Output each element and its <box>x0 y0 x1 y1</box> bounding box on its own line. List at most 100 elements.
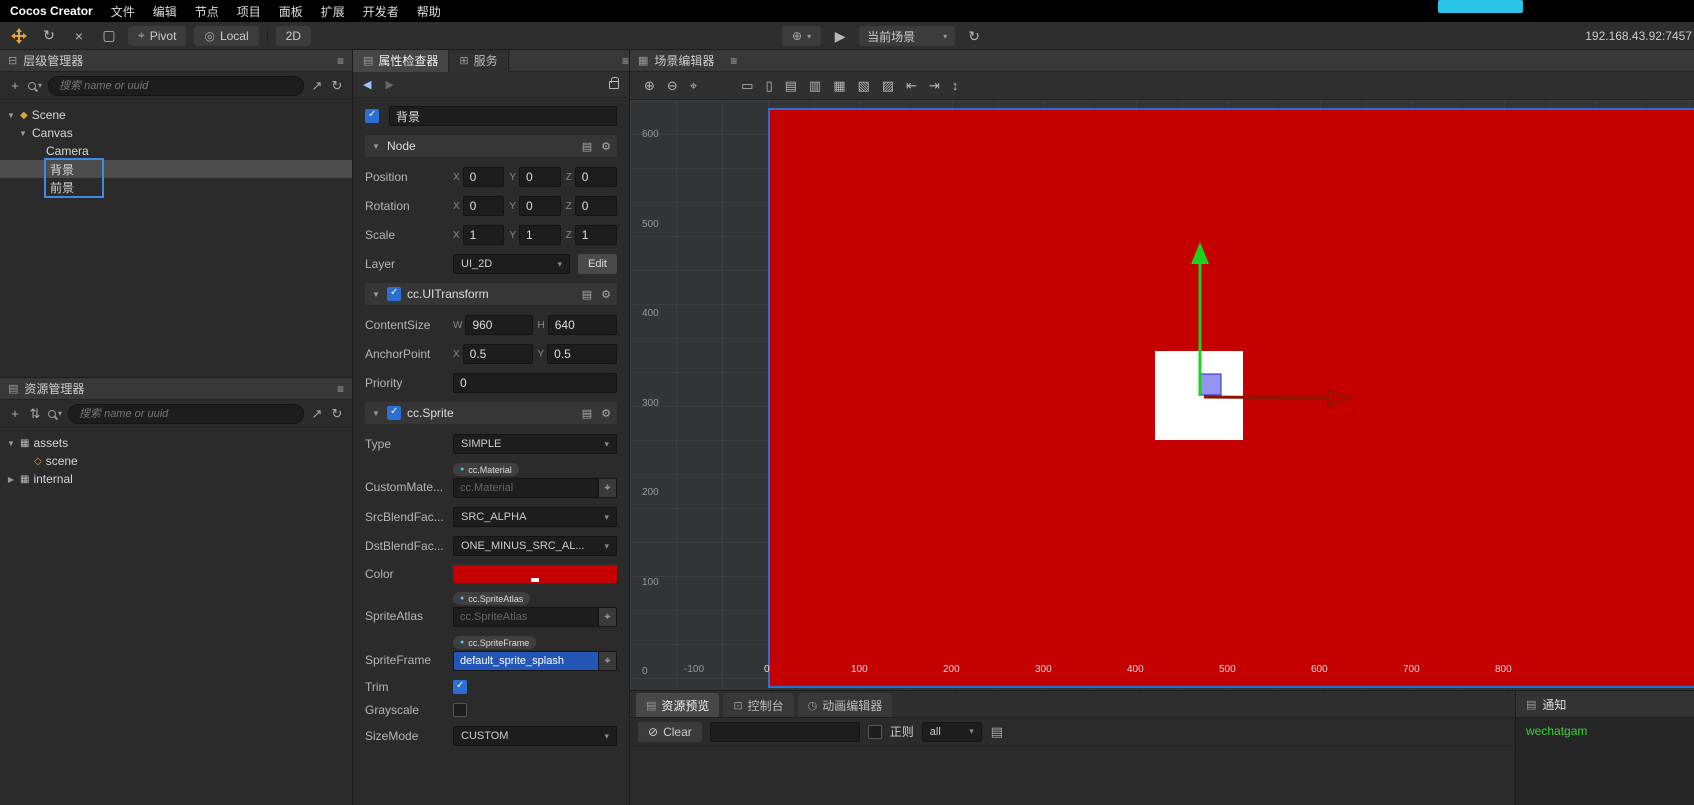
material-picker-icon[interactable]: ⌖ <box>599 478 617 498</box>
scale-tool-icon[interactable]: × <box>68 26 90 46</box>
node-active-checkbox[interactable] <box>365 109 379 123</box>
grayscale-checkbox[interactable] <box>453 703 467 717</box>
anchorpoint-x-input[interactable] <box>462 344 533 364</box>
sprite-frame-input[interactable] <box>453 651 599 671</box>
play-button[interactable]: ▶ <box>829 26 851 46</box>
layer-edit-button[interactable]: Edit <box>578 254 617 274</box>
uitransform-section-header[interactable]: ▼ cc.UITransform ▤ ⚙ <box>365 283 617 305</box>
tree-node-scene-asset[interactable]: ◇ scene <box>0 452 352 470</box>
add-node-button[interactable]: + <box>8 78 22 93</box>
sprite-type-dropdown[interactable]: SIMPLE ▾ <box>453 434 617 454</box>
history-back-button[interactable]: ◀ <box>363 78 371 91</box>
align-center-h-icon[interactable]: ▯ <box>765 78 772 94</box>
collapse-all-icon[interactable]: ↗ <box>310 406 324 422</box>
reload-scene-button[interactable]: ↻ <box>963 26 985 46</box>
position-x-input[interactable] <box>462 167 505 187</box>
open-log-file-icon[interactable]: ▤ <box>990 724 1004 740</box>
foreground-sprite[interactable] <box>1155 351 1243 440</box>
notification-header[interactable]: ▤ 通知 <box>1516 691 1694 718</box>
size-mode-dropdown[interactable]: CUSTOM ▾ <box>453 726 617 746</box>
tree-node-internal[interactable]: ▶ ▦ internal <box>0 470 352 488</box>
hierarchy-menu-icon[interactable]: ≡ <box>337 54 344 68</box>
console-filter-input[interactable] <box>709 721 860 742</box>
tree-node-scene[interactable]: ▼ ◆ Scene <box>0 106 352 124</box>
menu-panel[interactable]: 面板 <box>279 3 303 20</box>
rect-tool-icon[interactable]: ▢ <box>98 26 120 46</box>
color-swatch[interactable] <box>453 565 617 583</box>
log-level-dropdown[interactable]: all ▾ <box>921 721 982 742</box>
scale-z-input[interactable] <box>574 225 617 245</box>
sprite-doc-icon[interactable]: ▤ <box>582 407 592 420</box>
contentsize-w-input[interactable] <box>465 315 533 335</box>
rotation-x-input[interactable] <box>462 196 505 216</box>
refresh-assets-icon[interactable]: ↻ <box>330 406 344 422</box>
add-asset-button[interactable]: + <box>8 406 22 421</box>
zoom-reset-icon[interactable]: ⌖ <box>690 78 697 94</box>
rotation-z-input[interactable] <box>574 196 617 216</box>
collapse-caret-icon[interactable]: ▼ <box>371 142 381 151</box>
anchorpoint-y-input[interactable] <box>547 344 617 364</box>
local-button[interactable]: ◎ Local <box>194 25 259 46</box>
mode-2d-button[interactable]: 2D <box>275 25 311 46</box>
refresh-hierarchy-icon[interactable]: ↻ <box>330 78 344 94</box>
tree-node-foreground[interactable]: 前景 <box>0 178 352 196</box>
contentsize-h-input[interactable] <box>547 315 617 335</box>
menu-extension[interactable]: 扩展 <box>321 3 345 20</box>
zoom-in-icon[interactable]: ⊕ <box>644 78 655 94</box>
layer-dropdown[interactable]: UI_2D ▾ <box>453 254 571 274</box>
uitransform-gear-icon[interactable]: ⚙ <box>601 288 611 301</box>
frame-picker-icon[interactable]: ⌖ <box>599 651 617 671</box>
trim-checkbox[interactable] <box>453 680 467 694</box>
sprite-atlas-input[interactable] <box>453 607 599 627</box>
distribute-h-icon[interactable]: ▨ <box>882 78 894 94</box>
position-y-input[interactable] <box>519 167 561 187</box>
rotation-y-input[interactable] <box>519 196 561 216</box>
distribute-v-icon[interactable]: ⇤ <box>906 78 917 94</box>
tab-animation[interactable]: ◷ 动画编辑器 <box>797 693 893 717</box>
tab-inspector[interactable]: ▤ 属性检查器 <box>353 49 450 72</box>
node-doc-icon[interactable]: ▤ <box>582 140 592 153</box>
priority-input[interactable] <box>453 373 617 393</box>
console-clear-button[interactable]: ⊘ Clear <box>638 721 702 742</box>
menu-file[interactable]: 文件 <box>111 3 135 20</box>
align-middle-icon[interactable]: ▦ <box>833 78 845 94</box>
uitransform-doc-icon[interactable]: ▤ <box>582 288 592 301</box>
tree-node-background[interactable]: 背景 <box>0 160 352 178</box>
scene-menu-icon[interactable]: ≡ <box>730 54 737 68</box>
src-blend-dropdown[interactable]: SRC_ALPHA ▾ <box>453 507 617 527</box>
menu-project[interactable]: 项目 <box>237 3 261 20</box>
sprite-gear-icon[interactable]: ⚙ <box>601 407 611 420</box>
hierarchy-search-input[interactable] <box>48 75 304 96</box>
align-top-icon[interactable]: ▥ <box>809 78 821 94</box>
sprite-section-header[interactable]: ▼ cc.Sprite ▤ ⚙ <box>365 402 617 424</box>
node-section-header[interactable]: ▼ Node ▤ ⚙ <box>365 135 617 157</box>
sort-assets-icon[interactable]: ⇅ <box>28 406 42 422</box>
menu-developer[interactable]: 开发者 <box>363 3 399 20</box>
search-filter-button[interactable]: ▾ <box>28 81 42 90</box>
tree-node-camera[interactable]: Camera <box>0 142 352 160</box>
dst-blend-dropdown[interactable]: ONE_MINUS_SRC_AL... ▾ <box>453 536 617 556</box>
node-gear-icon[interactable]: ⚙ <box>601 140 611 153</box>
scale-x-input[interactable] <box>462 225 505 245</box>
pivot-button[interactable]: ⌖ Pivot <box>128 25 187 46</box>
notification-message[interactable]: wechatgam <box>1516 718 1694 744</box>
tree-node-assets[interactable]: ▼ ▦ assets <box>0 434 352 452</box>
assets-search-input[interactable] <box>68 403 304 424</box>
expand-all-icon[interactable]: ↗ <box>310 78 324 94</box>
collapse-caret-icon[interactable]: ▼ <box>371 290 381 299</box>
tab-console[interactable]: ⊡ 控制台 <box>723 693 794 717</box>
collapse-caret-icon[interactable]: ▼ <box>6 111 16 120</box>
stretch-v-icon[interactable]: ↕ <box>952 78 959 93</box>
collapse-caret-icon[interactable]: ▼ <box>6 439 16 448</box>
scene-viewport[interactable]: 600 500 400 300 200 100 0 -100 0 100 200… <box>630 100 1694 690</box>
atlas-picker-icon[interactable]: ⌖ <box>599 607 617 627</box>
menu-help[interactable]: 帮助 <box>417 3 441 20</box>
tab-services[interactable]: ⊞ 服务 <box>449 49 509 72</box>
inspector-menu-icon[interactable]: ≡ <box>622 54 629 68</box>
asset-search-filter-button[interactable]: ▾ <box>48 409 62 418</box>
custom-material-input[interactable] <box>453 478 599 498</box>
menu-node[interactable]: 节点 <box>195 3 219 20</box>
position-z-input[interactable] <box>574 167 617 187</box>
sprite-enabled-checkbox[interactable] <box>387 406 401 420</box>
scale-y-input[interactable] <box>519 225 561 245</box>
